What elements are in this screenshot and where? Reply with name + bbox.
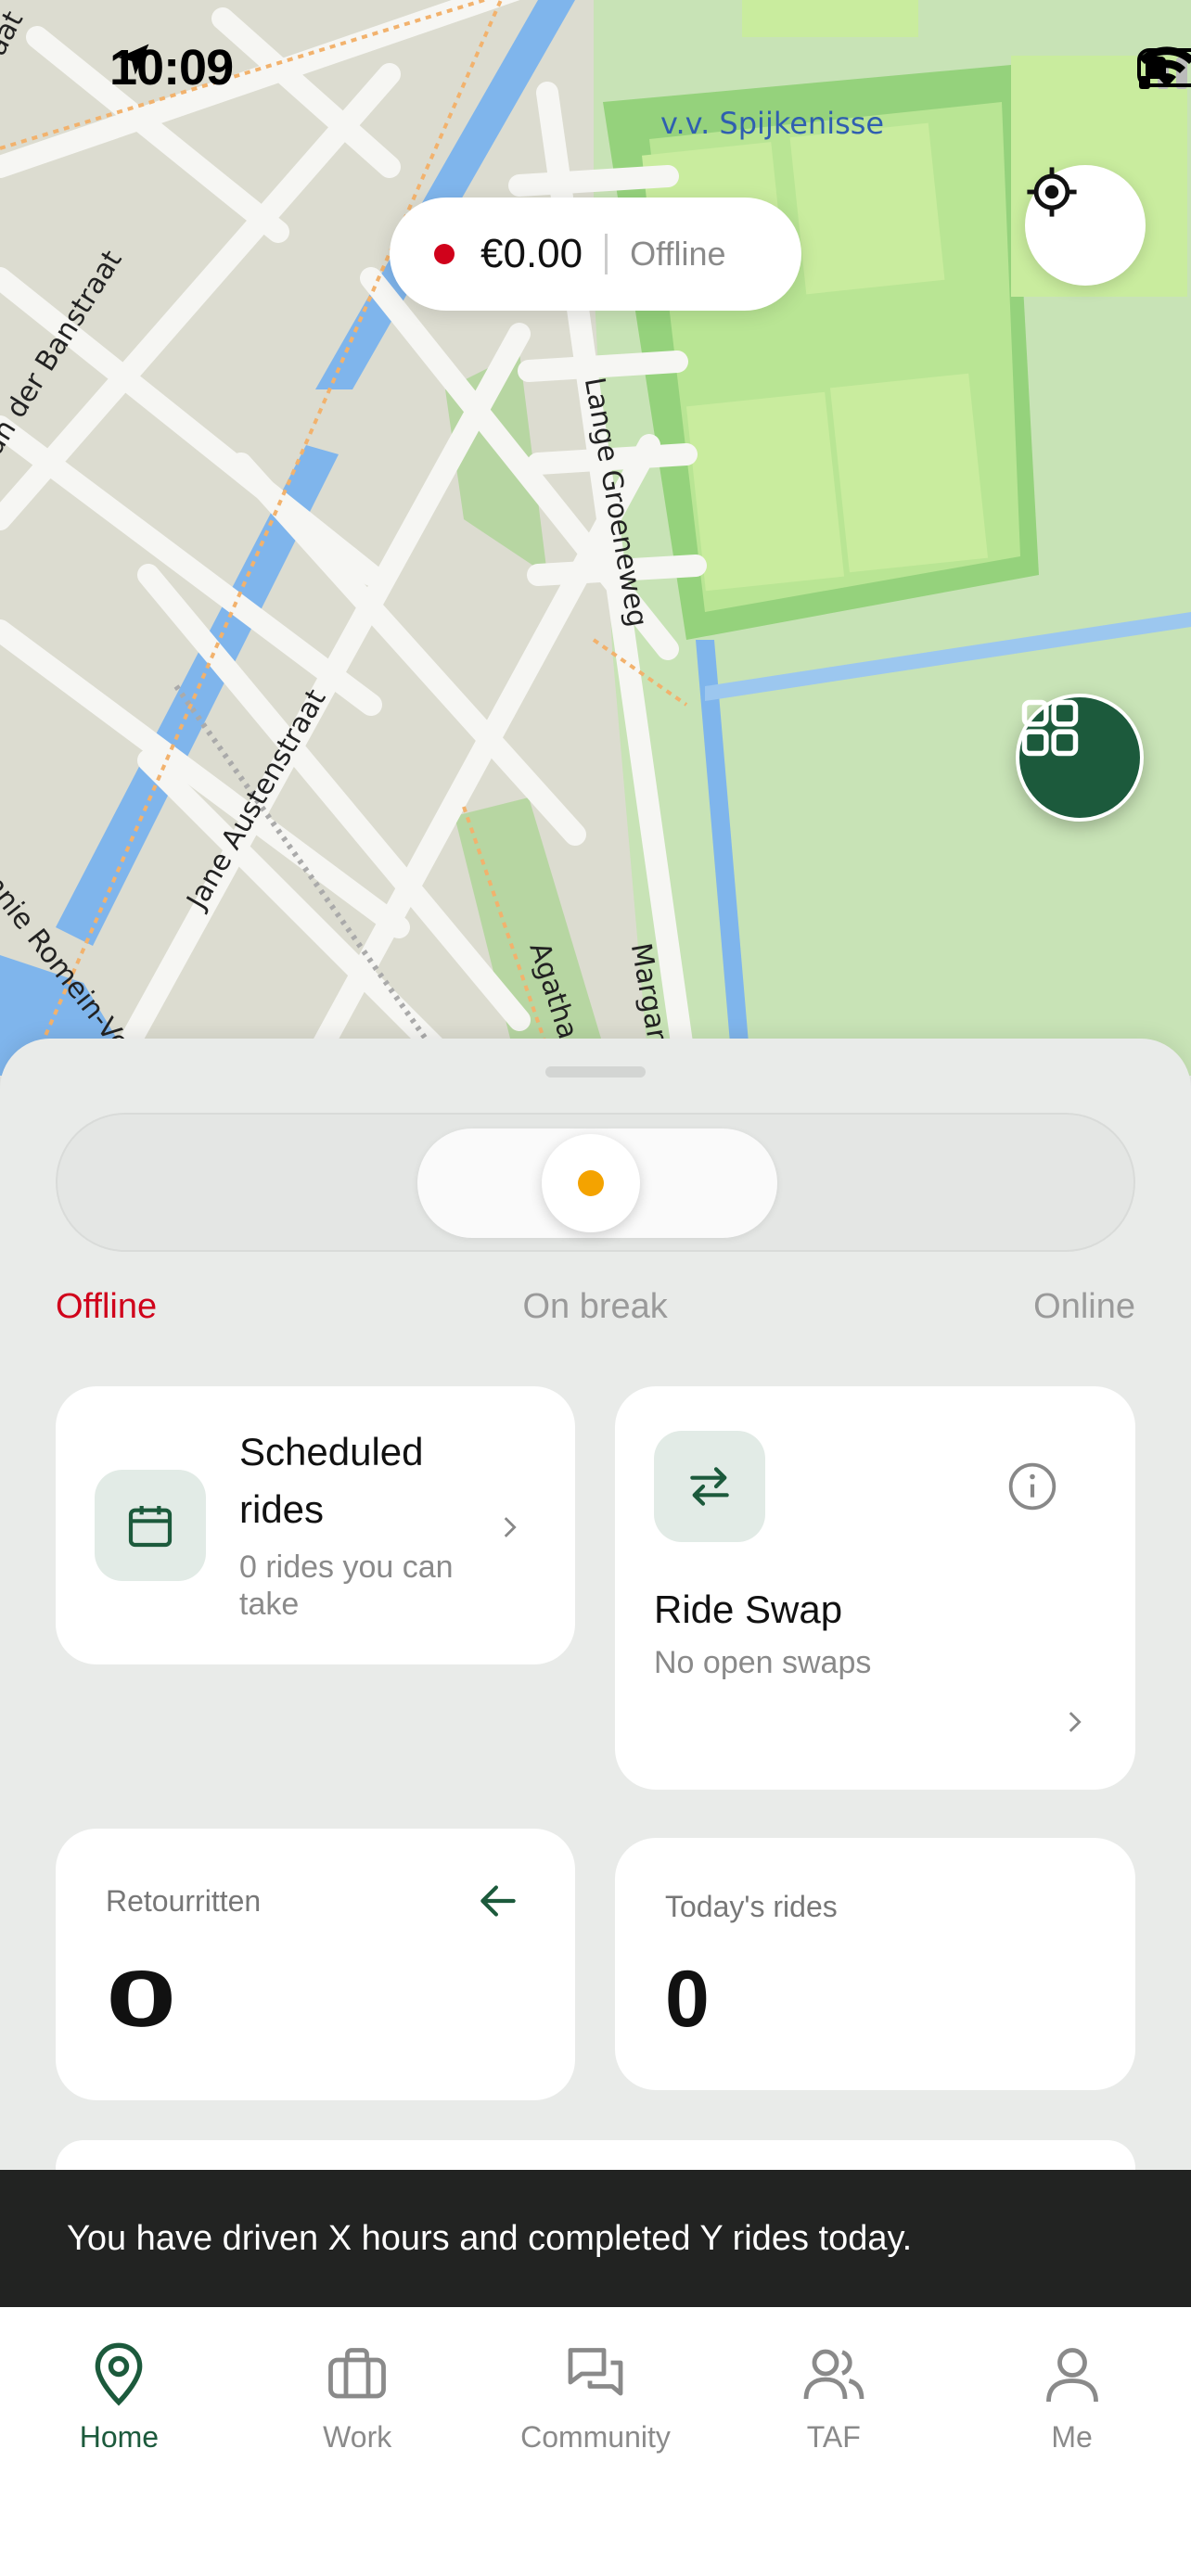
ride-swap-title: Ride Swap — [654, 1588, 843, 1631]
info-icon[interactable] — [1006, 1460, 1058, 1512]
tab-taf-label: TAF — [806, 2420, 861, 2454]
swap-icon-box — [654, 1431, 765, 1542]
tab-me-label: Me — [1051, 2420, 1093, 2454]
battery-icon — [1137, 48, 1191, 87]
ride-swap-card[interactable]: Ride Swap No open swaps — [615, 1386, 1135, 1790]
break-status-dot — [578, 1170, 604, 1196]
chevron-right-icon — [1069, 1712, 1082, 1732]
calendar-icon-box — [95, 1470, 206, 1581]
divider — [605, 234, 608, 274]
daily-summary-text: You have driven X hours and completed Y … — [67, 2218, 913, 2258]
menu-grid-button[interactable] — [1016, 694, 1144, 822]
calendar-icon — [128, 1506, 173, 1548]
briefcase-icon — [328, 2348, 387, 2399]
crosshair-icon — [1027, 167, 1077, 217]
tab-community-label: Community — [520, 2420, 671, 2454]
tab-work[interactable]: Work — [238, 2307, 477, 2576]
map-pin-icon — [96, 2342, 143, 2406]
slider-labels: Offline On break Online — [56, 1287, 1135, 1327]
users-icon — [803, 2349, 864, 2400]
slider-knob[interactable] — [542, 1134, 640, 1232]
scheduled-rides-title: Scheduled rides — [239, 1430, 424, 1531]
status-option-offline[interactable]: Offline — [56, 1287, 157, 1327]
status-option-online[interactable]: Online — [1033, 1287, 1135, 1327]
tab-taf[interactable]: TAF — [714, 2307, 953, 2576]
bottom-tab-bar: Home Work Community TAF Me — [0, 2307, 1191, 2576]
todays-rides-card[interactable]: Today's rides 0 — [615, 1838, 1135, 2090]
tab-community[interactable]: Community — [477, 2307, 715, 2576]
status-time: 10:09 — [109, 39, 234, 96]
driver-status-text: Offline — [630, 235, 726, 273]
tab-home[interactable]: Home — [0, 2307, 238, 2576]
bottom-sheet[interactable]: Offline On break Online Scheduled rides … — [0, 1039, 1191, 2196]
chevron-right-icon — [504, 1517, 517, 1537]
user-icon — [1045, 2348, 1098, 2403]
sheet-drag-handle[interactable] — [545, 1066, 646, 1078]
locate-me-button[interactable] — [1025, 165, 1146, 286]
driver-status-slider[interactable] — [56, 1113, 1135, 1252]
tab-me[interactable]: Me — [953, 2307, 1191, 2576]
todays-rides-count: 0 — [665, 1955, 710, 2044]
retourritten-count: 0 — [106, 1955, 177, 2044]
tab-home-label: Home — [79, 2420, 160, 2454]
retourritten-label: Retourritten — [106, 1884, 262, 1918]
map-canvas — [0, 0, 1191, 1076]
slider-track-highlight — [417, 1129, 777, 1238]
todays-rides-label: Today's rides — [665, 1890, 838, 1923]
daily-summary-banner: You have driven X hours and completed Y … — [0, 2170, 1191, 2307]
status-option-on-break[interactable]: On break — [522, 1287, 667, 1327]
tab-work-label: Work — [323, 2420, 392, 2454]
grid-icon — [1021, 699, 1079, 757]
location-arrow-icon — [118, 44, 149, 75]
swap-arrows-icon — [690, 1467, 729, 1506]
earnings-pill[interactable]: €0.00 Offline — [390, 198, 801, 311]
retourritten-card[interactable]: Retourritten 0 — [56, 1829, 575, 2100]
arrow-left-icon — [480, 1885, 516, 1917]
poi-label: v.v. Spijkenisse — [660, 106, 885, 141]
earnings-amount: €0.00 — [480, 231, 583, 276]
ride-swap-subtitle: No open swaps — [654, 1645, 872, 1680]
chat-icon — [568, 2348, 623, 2396]
scheduled-rides-subtitle: 0 rides you can take — [239, 1549, 454, 1622]
offline-status-dot — [434, 244, 455, 264]
scheduled-rides-card[interactable]: Scheduled rides 0 rides you can take — [56, 1386, 575, 1664]
map-view[interactable]: aat an der Banstraat Jane Austenstraat L… — [0, 0, 1191, 1076]
